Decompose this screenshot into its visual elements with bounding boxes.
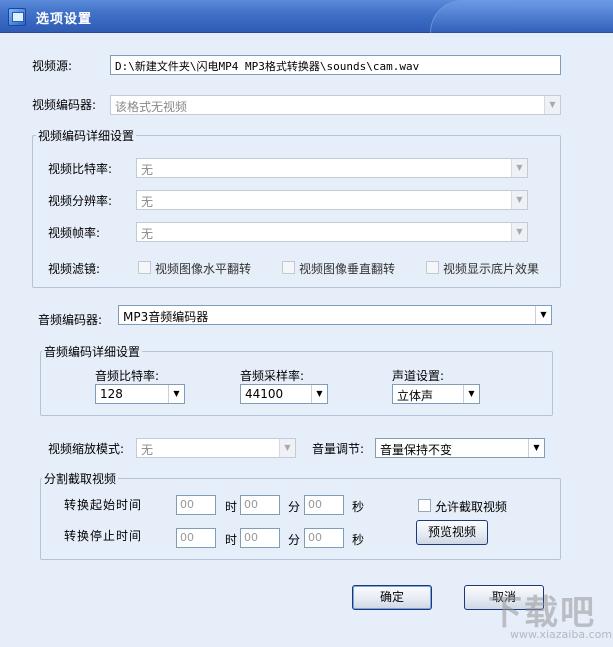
video-resolution-label: 视频分辨率: (48, 194, 113, 208)
end-second-unit: 秒 (352, 533, 365, 547)
audio-samplerate-value: 44100 (245, 387, 284, 401)
start-minute-unit: 分 (288, 500, 301, 514)
audio-channel-select[interactable]: 立体声 ▼ (392, 384, 480, 404)
volume-value: 音量保持不变 (380, 443, 453, 457)
start-second-unit: 秒 (352, 500, 365, 514)
end-minute-input[interactable]: 00 (240, 528, 280, 548)
chevron-down-icon: ▼ (463, 385, 479, 403)
chevron-down-icon: ▼ (168, 385, 184, 403)
chevron-down-icon: ▼ (311, 385, 327, 403)
chevron-down-icon: ▼ (535, 306, 551, 324)
video-source-field[interactable]: D:\新建文件夹\闪电MP4 MP3格式转换器\sounds\cam.wav (110, 55, 561, 75)
window-title: 选项设置 (36, 12, 93, 27)
video-source-label: 视频源: (32, 59, 73, 73)
start-hour-unit: 时 (225, 500, 238, 514)
video-bitrate-select[interactable]: 无 ▼ (136, 158, 528, 178)
video-encoder-label: 视频编码器: (32, 98, 97, 112)
audio-bitrate-label: 音频比特率: (95, 369, 160, 383)
video-framerate-label: 视频帧率: (48, 226, 101, 240)
ok-button[interactable]: 确定 (352, 585, 432, 610)
video-resolution-select[interactable]: 无 ▼ (136, 190, 528, 210)
flip-horizontal-label: 视频图像水平翻转 (155, 262, 252, 276)
chevron-down-icon: ▼ (511, 191, 527, 209)
split-group (40, 478, 561, 560)
zoom-mode-label: 视频缩放模式: (48, 442, 125, 456)
audio-encoder-select[interactable]: MP3音频编码器 ▼ (118, 305, 552, 325)
video-details-title: 视频编码详细设置 (36, 127, 137, 144)
start-second-input[interactable]: 00 (304, 495, 344, 515)
negative-effect-label: 视频显示底片效果 (443, 262, 540, 276)
allow-split-label: 允许截取视频 (435, 500, 508, 514)
zoom-mode-select[interactable]: 无 ▼ (136, 438, 296, 458)
audio-details-title: 音频编码详细设置 (42, 343, 143, 360)
start-hour-input[interactable]: 00 (176, 495, 216, 515)
audio-encoder-label: 音频编码器: (38, 313, 103, 327)
chevron-down-icon: ▼ (511, 223, 527, 241)
flip-horizontal-checkbox[interactable] (138, 261, 151, 274)
chevron-down-icon: ▼ (544, 96, 560, 114)
audio-encoder-value: MP3音频编码器 (123, 310, 209, 324)
volume-select[interactable]: 音量保持不变 ▼ (375, 438, 545, 458)
flip-vertical-label: 视频图像垂直翻转 (299, 262, 396, 276)
end-time-label: 转换停止时间 (64, 529, 143, 543)
chevron-down-icon: ▼ (279, 439, 295, 457)
watermark-logo: 下载吧 (488, 593, 596, 633)
video-resolution-value: 无 (141, 195, 154, 209)
preview-video-button[interactable]: 预览视频 (416, 520, 488, 545)
app-icon (8, 8, 26, 26)
allow-split-checkbox[interactable] (418, 499, 431, 512)
audio-samplerate-label: 音频采样率: (240, 369, 305, 383)
negative-effect-checkbox[interactable] (426, 261, 439, 274)
watermark-url: www.xiazaiba.com (510, 628, 613, 641)
end-minute-unit: 分 (288, 533, 301, 547)
audio-channel-label: 声道设置: (392, 369, 445, 383)
end-hour-unit: 时 (225, 533, 238, 547)
end-hour-input[interactable]: 00 (176, 528, 216, 548)
split-title: 分割截取视频 (42, 470, 119, 487)
volume-label: 音量调节: (312, 442, 365, 456)
audio-bitrate-select[interactable]: 128 ▼ (95, 384, 185, 404)
start-minute-input[interactable]: 00 (240, 495, 280, 515)
video-framerate-value: 无 (141, 227, 154, 241)
flip-vertical-checkbox[interactable] (282, 261, 295, 274)
title-bar[interactable]: 选项设置 (0, 0, 613, 33)
title-bar-decoration (430, 0, 613, 33)
video-bitrate-label: 视频比特率: (48, 162, 113, 176)
audio-samplerate-select[interactable]: 44100 ▼ (240, 384, 328, 404)
video-filter-label: 视频滤镜: (48, 262, 101, 276)
end-second-input[interactable]: 00 (304, 528, 344, 548)
audio-channel-value: 立体声 (397, 389, 434, 403)
video-framerate-select[interactable]: 无 ▼ (136, 222, 528, 242)
chevron-down-icon: ▼ (528, 439, 544, 457)
video-bitrate-value: 无 (141, 163, 154, 177)
video-encoder-select[interactable]: 该格式无视频 ▼ (110, 95, 561, 115)
start-time-label: 转换起始时间 (64, 498, 143, 512)
audio-bitrate-value: 128 (100, 387, 123, 401)
zoom-mode-value: 无 (141, 443, 154, 457)
chevron-down-icon: ▼ (511, 159, 527, 177)
video-encoder-value: 该格式无视频 (115, 100, 188, 114)
